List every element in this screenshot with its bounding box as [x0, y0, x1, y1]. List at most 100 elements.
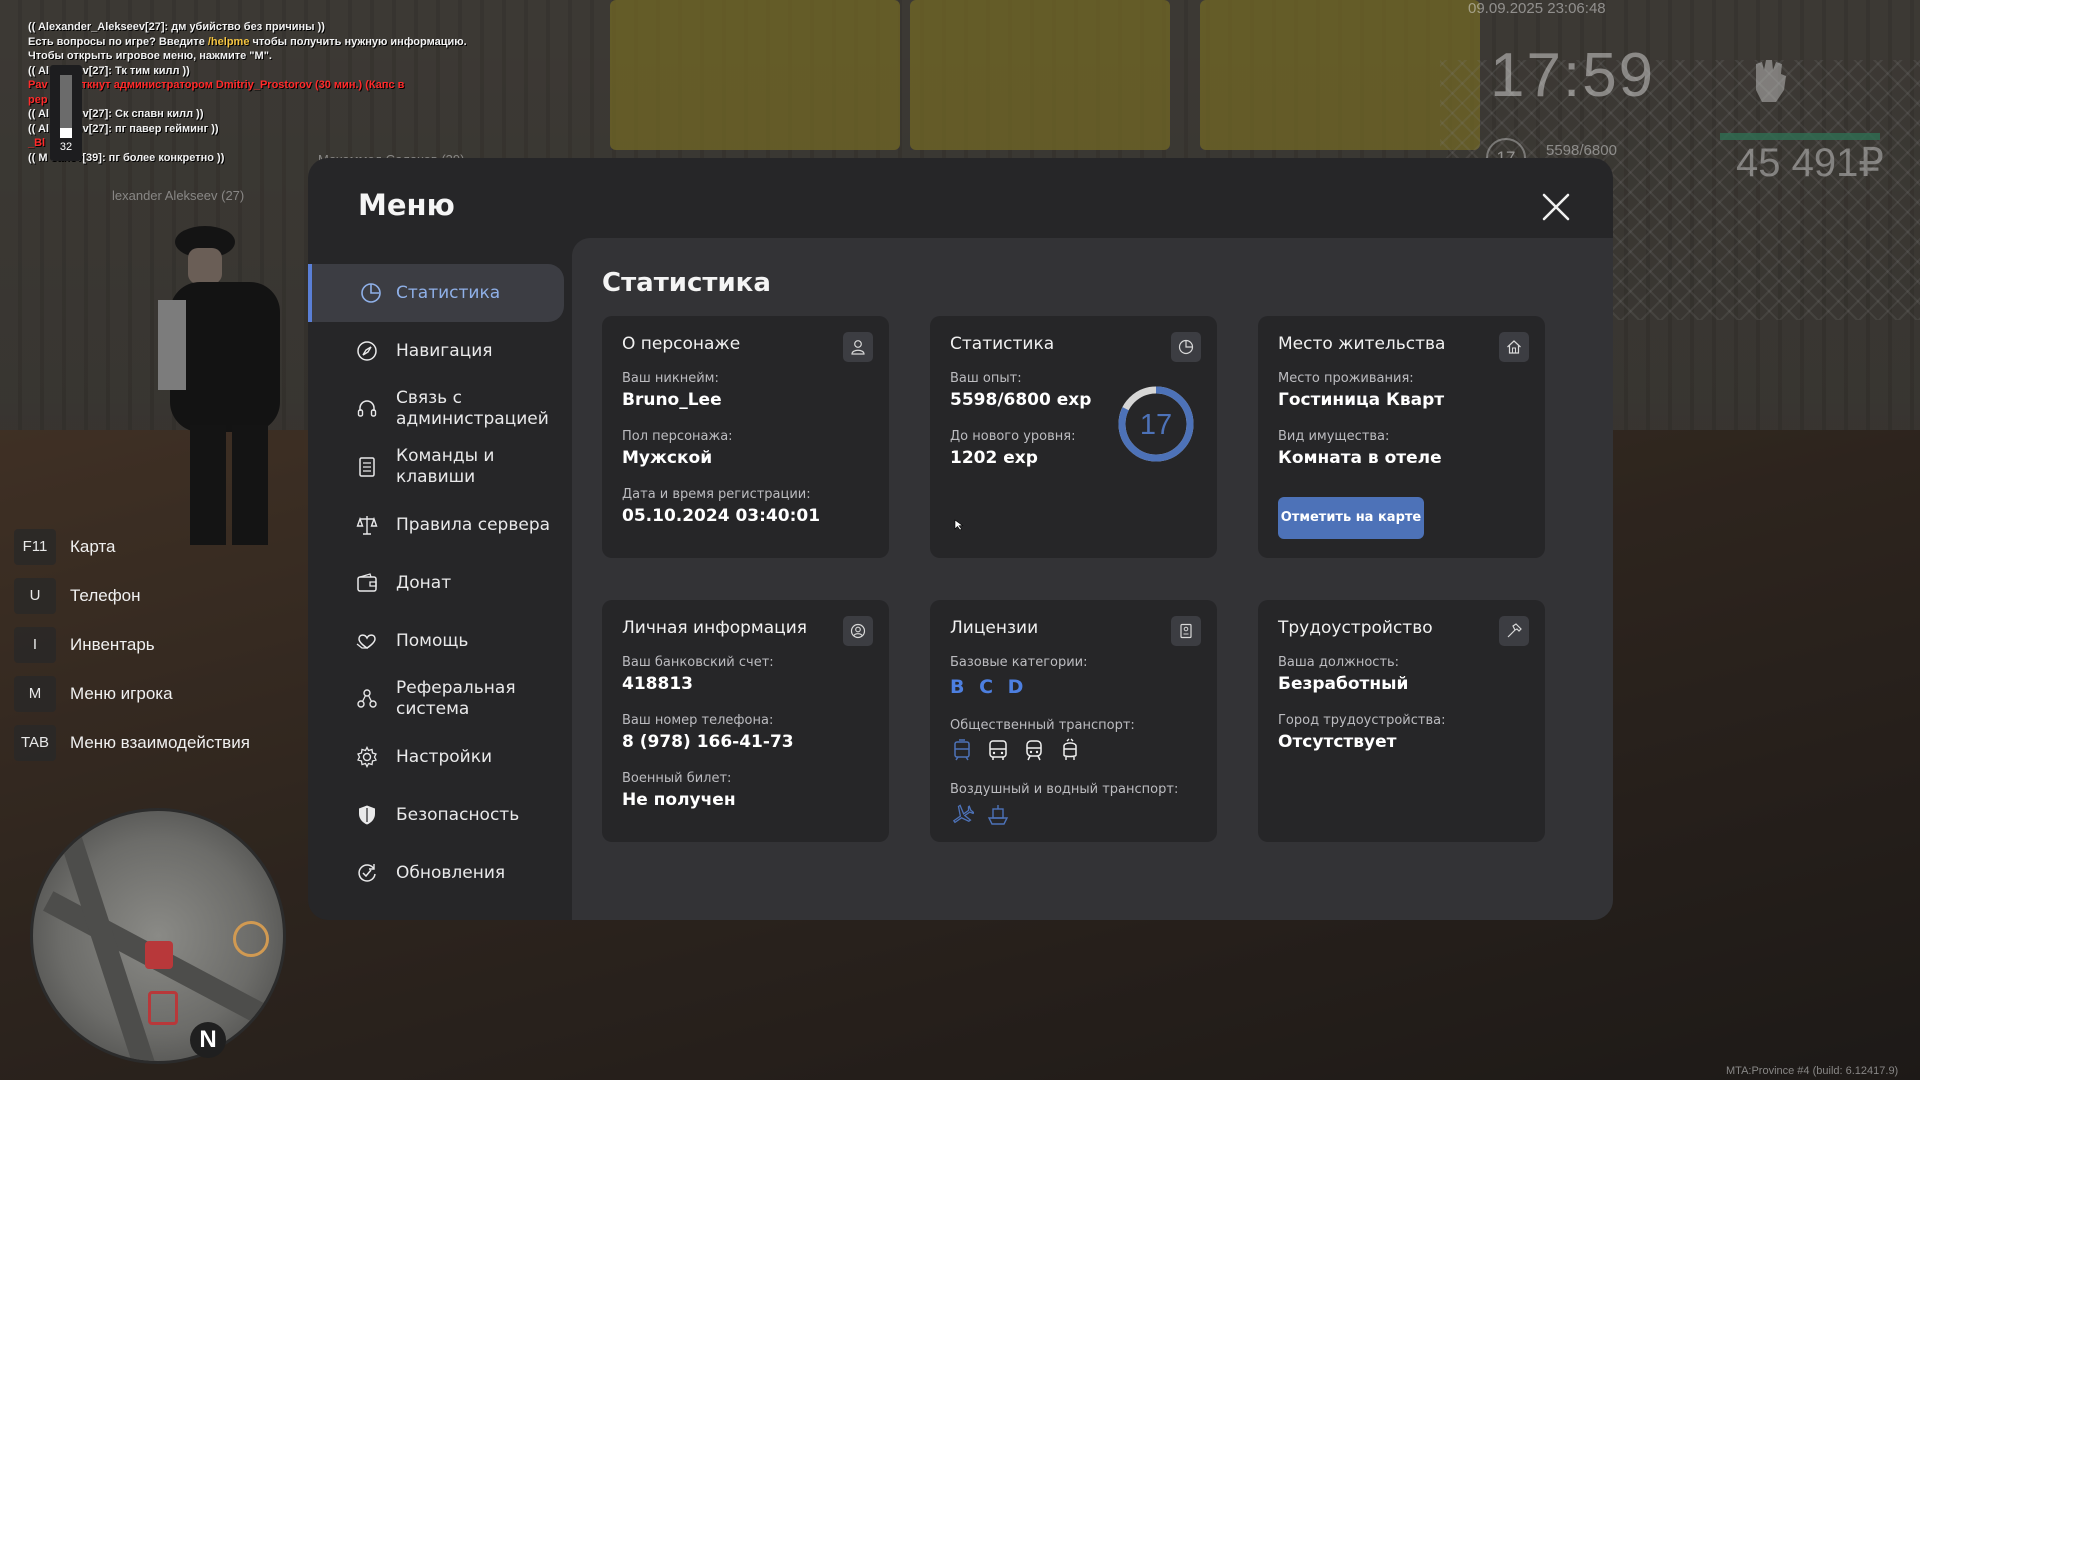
chat-scroll-track [60, 75, 72, 135]
sidebar-item-statistics[interactable]: Статистика [308, 264, 564, 322]
card-title: Лицензии [950, 618, 1039, 638]
next-level-value: 1202 exp [950, 448, 1038, 468]
sidebar-item-referral[interactable]: Реферальная система [308, 670, 564, 728]
card-residence: Место жительства Место проживания: Гости… [1258, 316, 1545, 558]
sidebar-item-label: Реферальная система [396, 678, 516, 719]
hud-datetime: 09.09.2025 23:06:48 [1468, 0, 1606, 17]
sidebar-item-label: Статистика [396, 283, 501, 303]
plane-icon [952, 804, 974, 824]
chat-message-count: 32 [59, 141, 73, 153]
card-icon-box [1499, 616, 1529, 646]
key-badge: F11 [14, 528, 56, 565]
hotkey-interaction-menu[interactable]: TAB Меню взаимодействия [14, 718, 250, 767]
bus-icon [989, 740, 1007, 760]
bank-account-value: 418813 [622, 674, 693, 694]
property-type-label: Вид имущества: [1278, 429, 1390, 444]
minimap [30, 808, 286, 1064]
sidebar-item-security[interactable]: Безопасность [308, 786, 564, 844]
card-character: О персонаже Ваш никнейм: Bruno_Lee Пол п… [602, 316, 889, 558]
hotkey-hints: F11 Карта U Телефон I Инвентарь M Меню игрок… [14, 522, 250, 767]
license-categories: B C D [950, 676, 1028, 698]
shield-icon [359, 805, 375, 825]
key-badge: U [14, 577, 56, 614]
job-city-label: Город трудоустройства: [1278, 713, 1446, 728]
card-icon-box [1171, 616, 1201, 646]
sidebar-item-help[interactable]: Помощь [308, 612, 564, 670]
sidebar-item-label: Правила сервера [396, 515, 551, 535]
hud-exp: 5598/6800 [1546, 142, 1617, 159]
key-badge: M [14, 675, 56, 712]
card-employment: Трудоустройство Ваша должность: Безработ… [1258, 600, 1545, 842]
chat-line: (( Al ekseev[27]: Ск спавн килл )) [28, 108, 204, 120]
train-icon [1026, 740, 1042, 761]
sidebar-item-rules[interactable]: Правила сервера [308, 496, 564, 554]
sidebar-item-label: Обновления [396, 863, 506, 883]
sidebar-item-navigation[interactable]: Навигация [308, 322, 564, 380]
fist-icon [1756, 60, 1786, 102]
heart-hands-icon [356, 634, 376, 649]
card-title: Статистика [950, 334, 1055, 354]
sidebar-item-updates[interactable]: Обновления [308, 844, 564, 902]
hotkey-map[interactable]: F11 Карта [14, 522, 250, 571]
menu-title: Меню [358, 188, 455, 222]
bank-account-label: Ваш банковский счет: [622, 655, 774, 670]
hotkey-inventory[interactable]: I Инвентарь [14, 620, 250, 669]
key-label: Меню взаимодействия [70, 732, 250, 752]
nickname-label: Ваш никнейм: [622, 371, 719, 386]
chat-scroll-thumb[interactable] [60, 128, 72, 138]
statistics-panel: Статистика О персонаже Ваш никнейм: Brun… [572, 238, 1613, 920]
phone-label: Ваш номер телефона: [622, 713, 774, 728]
mark-on-map-button[interactable]: Отметить на карте [1278, 497, 1424, 539]
key-label: Карта [70, 536, 116, 556]
person-icon [851, 340, 865, 355]
document-list-icon [359, 457, 375, 477]
card-icon-box [843, 616, 873, 646]
key-label: Меню игрока [70, 683, 173, 703]
card-statistics: Статистика Ваш опыт: 5598/6800 exp До но… [930, 316, 1217, 558]
hotkey-player-menu[interactable]: M Меню игрока [14, 669, 250, 718]
military-id-value: Не получен [622, 790, 736, 810]
chat-scrollbar[interactable]: 32 [50, 65, 82, 161]
mouse-cursor-icon [954, 519, 964, 531]
sidebar-item-label: Навигация [396, 341, 493, 361]
level-number: 17 [1140, 409, 1172, 441]
player-nametag: lexander Alekseev (27) [112, 188, 245, 203]
key-label: Телефон [70, 585, 141, 605]
close-icon[interactable] [1541, 192, 1571, 222]
gender-label: Пол персонажа: [622, 429, 733, 444]
registration-label: Дата и время регистрации: [622, 487, 811, 502]
job-position-label: Ваша должность: [1278, 655, 1400, 670]
hud-money: 45 491₽ [1736, 141, 1884, 185]
sidebar-item-label: Связь с администрацией [396, 388, 549, 429]
player-marker-icon [148, 991, 178, 1025]
card-title: Личная информация [622, 618, 808, 638]
house-icon [1507, 340, 1521, 354]
sidebar-item-admin-contact[interactable]: Связь с администрацией [308, 380, 564, 438]
key-label: Инвентарь [70, 634, 155, 654]
sidebar-item-label: Донат [396, 573, 452, 593]
gear-icon [357, 746, 377, 768]
pie-chart-icon [361, 283, 381, 303]
id-badge-icon [1180, 623, 1192, 639]
sidebar-item-commands[interactable]: Команды и клавиши [308, 438, 564, 496]
key-badge: TAB [14, 724, 56, 761]
referral-network-icon [357, 689, 377, 708]
next-level-label: До нового уровня: [950, 429, 1076, 444]
hotkey-phone[interactable]: U Телефон [14, 571, 250, 620]
main-menu-modal: Меню Статистика Навигация Связь с админи… [308, 158, 1613, 920]
card-icon-box [843, 332, 873, 362]
card-personal-info: Личная информация Ваш банковский счет: 4… [602, 600, 889, 842]
sidebar-item-settings[interactable]: Настройки [308, 728, 564, 786]
key-badge: I [14, 626, 56, 663]
sidebar-item-label: Помощь [396, 631, 469, 651]
refresh-check-icon [358, 864, 376, 882]
job-position-value: Безработный [1278, 674, 1409, 694]
air-water-transport-icons [950, 803, 1010, 827]
level-progress-ring: 17 [1118, 386, 1194, 462]
chat-line: (( Alexander_Alekseev[27]: дм убийство б… [28, 21, 325, 33]
menu-sidebar: Статистика Навигация Связь с администрац… [308, 264, 564, 902]
user-circle-icon [850, 623, 866, 639]
pie-chart-icon [1178, 339, 1194, 355]
sidebar-item-donate[interactable]: Донат [308, 554, 564, 612]
base-categories-label: Базовые категории: [950, 655, 1088, 670]
